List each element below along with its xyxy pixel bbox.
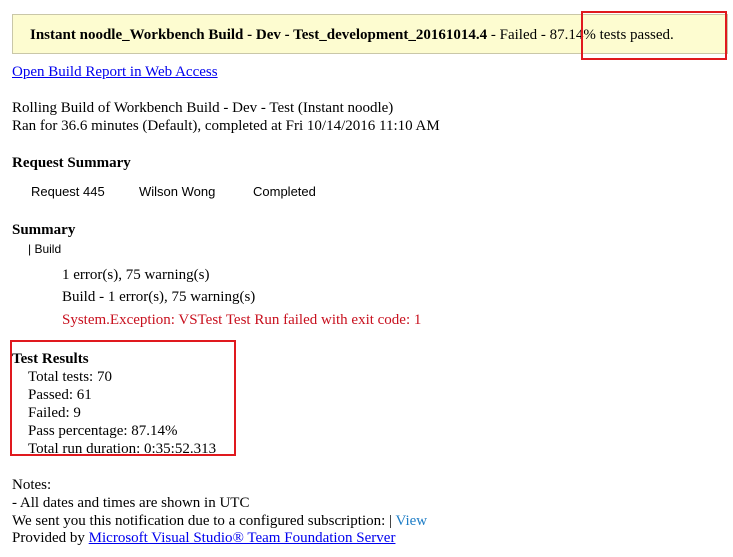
request-summary-heading: Request Summary bbox=[12, 155, 131, 171]
error-warning-count: 1 error(s), 75 warning(s) bbox=[62, 267, 210, 283]
exception-message: System.Exception: VSTest Test Run failed… bbox=[62, 312, 422, 328]
summary-heading: Summary bbox=[12, 222, 76, 238]
build-status: - Failed - bbox=[487, 27, 550, 43]
build-section-label: | Build bbox=[28, 242, 62, 256]
provided-by: Provided by Microsoft Visual Studio® Tea… bbox=[12, 529, 395, 547]
total-tests: Total tests: 70 bbox=[28, 369, 112, 385]
test-results-heading: Test Results bbox=[12, 351, 89, 367]
pass-rate-highlight bbox=[581, 11, 727, 60]
pass-percentage: Pass percentage: 87.14% bbox=[28, 423, 178, 439]
request-id: Request 445 bbox=[31, 184, 105, 199]
banner-text: Instant noodle_Workbench Build - Dev - T… bbox=[30, 26, 674, 44]
build-description: Rolling Build of Workbench Build - Dev -… bbox=[12, 100, 394, 116]
utc-note: - All dates and times are shown in UTC bbox=[12, 495, 250, 511]
notes-label: Notes: bbox=[12, 477, 52, 493]
subscription-text: We sent you this notification due to a c… bbox=[12, 513, 396, 529]
failed-tests: Failed: 9 bbox=[28, 405, 81, 421]
view-subscription-link[interactable]: View bbox=[396, 513, 428, 529]
build-title: Instant noodle_Workbench Build - Dev - T… bbox=[30, 27, 488, 43]
total-run-duration: Total run duration: 0:35:52.313 bbox=[28, 441, 217, 457]
request-user: Wilson Wong bbox=[139, 184, 216, 199]
request-state: Completed bbox=[253, 184, 316, 199]
open-build-report-link[interactable]: Open Build Report in Web Access bbox=[12, 63, 218, 81]
build-run-time: Ran for 36.6 minutes (Default), complete… bbox=[12, 118, 440, 134]
provided-by-text: Provided by bbox=[12, 530, 89, 546]
subscription-note: We sent you this notification due to a c… bbox=[12, 512, 427, 530]
tfs-provider-link[interactable]: Microsoft Visual Studio® Team Foundation… bbox=[89, 530, 396, 546]
build-error-warning-count: Build - 1 error(s), 75 warning(s) bbox=[62, 289, 256, 305]
passed-tests: Passed: 61 bbox=[28, 387, 92, 403]
